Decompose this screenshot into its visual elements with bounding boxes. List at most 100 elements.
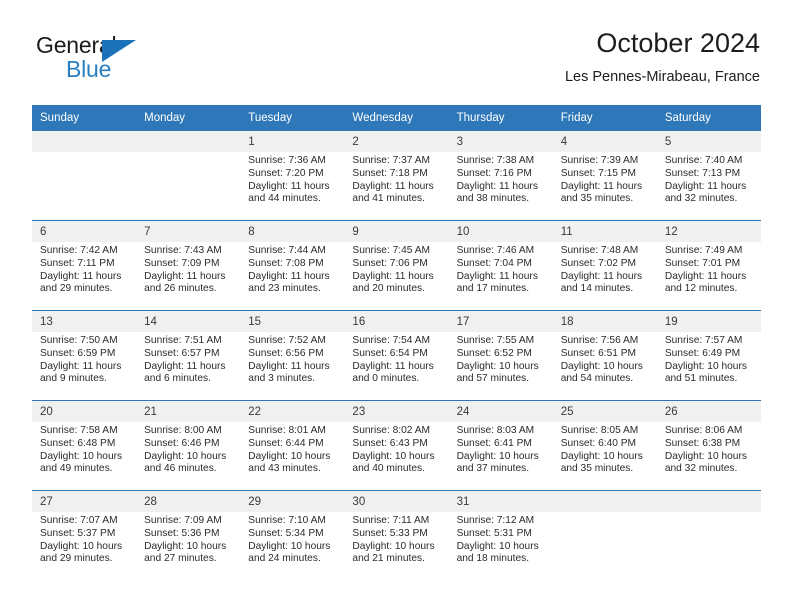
- weekday-header-friday: Friday: [560, 112, 593, 124]
- day-cell-9[interactable]: Sunrise: 7:45 AM Sunset: 7:06 PM Daylight:…: [344, 242, 448, 310]
- weekday-header-tuesday: Tuesday: [248, 112, 292, 124]
- day-detail-line: Sunrise: 7:49 AM: [664, 245, 743, 256]
- day-detail-line: Daylight: 10 hours: [456, 360, 539, 372]
- day-cell-4[interactable]: Sunrise: 7:39 AM Sunset: 7:15 PM Daylight:…: [553, 152, 657, 220]
- day-cell-22[interactable]: Sunrise: 8:01 AM Sunset: 6:44 PM Daylight:…: [240, 422, 344, 490]
- day-detail-line: Daylight: 11 hours: [560, 180, 643, 192]
- day-detail-line: Sunrise: 8:03 AM: [456, 425, 535, 436]
- weekday-header-row: Sunday Monday Tuesday Wednesday Thursday Frid…: [32, 105, 761, 131]
- day-cell-28[interactable]: Sunrise: 7:09 AM Sunset: 5:36 PM Daylight:…: [136, 512, 240, 580]
- day-number-17[interactable]: 17: [449, 311, 553, 332]
- day-cell-21[interactable]: Sunrise: 8:00 AM Sunset: 6:46 PM Daylight:…: [136, 422, 240, 490]
- calendar-week-row: 13 14 15 16 17 18 19 Sunrise: 7:50 AM Sunset: 6:…: [32, 310, 761, 400]
- day-cell-10[interactable]: Sunrise: 7:46 AM Sunset: 7:04 PM Daylight:…: [449, 242, 553, 310]
- day-detail-line: and 0 minutes.: [352, 373, 420, 385]
- day-cell-30[interactable]: Sunrise: 7:11 AM Sunset: 5:33 PM Daylight:…: [344, 512, 448, 580]
- day-detail-line: and 26 minutes.: [144, 283, 217, 295]
- day-number-31[interactable]: 31: [449, 491, 553, 512]
- day-number-8[interactable]: 8: [240, 221, 344, 242]
- day-number-7[interactable]: 7: [136, 221, 240, 242]
- day-cell-25[interactable]: Sunrise: 8:05 AM Sunset: 6:40 PM Daylight:…: [553, 422, 657, 490]
- day-detail-line: Daylight: 11 hours: [248, 270, 330, 282]
- day-number-13[interactable]: 13: [32, 311, 136, 332]
- day-cell-18[interactable]: Sunrise: 7:56 AM Sunset: 6:51 PM Daylight:…: [553, 332, 657, 400]
- day-number-3[interactable]: 3: [449, 131, 553, 152]
- day-detail-line: Sunset: 6:43 PM: [352, 437, 428, 449]
- day-cell-2[interactable]: Sunrise: 7:37 AM Sunset: 7:18 PM Daylight:…: [344, 152, 448, 220]
- day-detail-line: Sunrise: 8:01 AM: [248, 425, 326, 436]
- day-number-25[interactable]: 25: [553, 401, 657, 422]
- day-number-23[interactable]: 23: [344, 401, 448, 422]
- day-number-6[interactable]: 6: [32, 221, 136, 242]
- day-cell-15[interactable]: Sunrise: 7:52 AM Sunset: 6:56 PM Daylight:…: [240, 332, 344, 400]
- day-number-5[interactable]: 5: [657, 131, 761, 152]
- day-number-20[interactable]: 20: [32, 401, 136, 422]
- day-cell-11[interactable]: Sunrise: 7:48 AM Sunset: 7:02 PM Daylight:…: [553, 242, 657, 310]
- day-number-18[interactable]: 18: [553, 311, 657, 332]
- day-number-1[interactable]: 1: [240, 131, 344, 152]
- day-number-14[interactable]: 14: [136, 311, 240, 332]
- day-cell-17[interactable]: Sunrise: 7:55 AM Sunset: 6:52 PM Daylight:…: [449, 332, 553, 400]
- day-cell-5[interactable]: Sunrise: 7:40 AM Sunset: 7:13 PM Daylight:…: [657, 152, 761, 220]
- day-number-4[interactable]: 4: [553, 131, 657, 152]
- day-number-24[interactable]: 24: [449, 401, 553, 422]
- day-cell-27[interactable]: Sunrise: 7:07 AM Sunset: 5:37 PM Daylight:…: [32, 512, 136, 580]
- day-number-28[interactable]: 28: [136, 491, 240, 512]
- day-detail-line: Sunset: 5:36 PM: [144, 527, 220, 539]
- day-detail-row: Sunrise: 7:42 AM Sunset: 7:11 PM Daylight:…: [32, 242, 761, 310]
- day-cell-6[interactable]: Sunrise: 7:42 AM Sunset: 7:11 PM Daylight:…: [32, 242, 136, 310]
- day-cell-24[interactable]: Sunrise: 8:03 AM Sunset: 6:41 PM Daylight:…: [449, 422, 553, 490]
- day-cell-13[interactable]: Sunrise: 7:50 AM Sunset: 6:59 PM Daylight:…: [32, 332, 136, 400]
- day-number-21[interactable]: 21: [136, 401, 240, 422]
- day-detail-line: Daylight: 11 hours: [664, 270, 747, 282]
- day-number-row: 6 7 8 9 10 11 12: [32, 221, 761, 242]
- calendar-week-row: 6 7 8 9 10 11 12 Sunrise: 7:42 AM Sunset: 7:11 P…: [32, 220, 761, 310]
- day-cell-29[interactable]: Sunrise: 7:10 AM Sunset: 5:34 PM Daylight:…: [240, 512, 344, 580]
- day-detail-line: and 43 minutes.: [248, 463, 321, 475]
- day-detail-line: Sunset: 7:13 PM: [664, 167, 741, 179]
- day-cell-8[interactable]: Sunrise: 7:44 AM Sunset: 7:08 PM Daylight:…: [240, 242, 344, 310]
- day-number-9[interactable]: 9: [344, 221, 448, 242]
- day-cell-23[interactable]: Sunrise: 8:02 AM Sunset: 6:43 PM Daylight:…: [344, 422, 448, 490]
- day-cell-20[interactable]: Sunrise: 7:58 AM Sunset: 6:48 PM Daylight:…: [32, 422, 136, 490]
- day-detail-line: Sunrise: 7:54 AM: [352, 335, 431, 346]
- day-cell-1[interactable]: Sunrise: 7:36 AM Sunset: 7:20 PM Daylight:…: [240, 152, 344, 220]
- day-number-10[interactable]: 10: [449, 221, 553, 242]
- day-detail-line: and 54 minutes.: [560, 373, 634, 385]
- day-cell-3[interactable]: Sunrise: 7:38 AM Sunset: 7:16 PM Daylight:…: [449, 152, 553, 220]
- day-number-11[interactable]: 11: [553, 221, 657, 242]
- day-detail-line: Sunrise: 7:43 AM: [144, 245, 222, 256]
- day-detail-line: Daylight: 11 hours: [456, 270, 538, 282]
- day-detail-line: Daylight: 10 hours: [560, 360, 643, 372]
- day-cell-empty: [32, 152, 136, 220]
- day-number-empty: [136, 131, 240, 152]
- calendar-weeks: 1 2 3 4 5 Sunrise: 7:36 AM Sunset: 7:20 PM Dayl…: [32, 131, 761, 580]
- day-number-22[interactable]: 22: [240, 401, 344, 422]
- weekday-header-sunday: Sunday: [40, 112, 80, 124]
- day-detail-line: Daylight: 11 hours: [40, 360, 122, 372]
- day-number-29[interactable]: 29: [240, 491, 344, 512]
- day-detail-line: Sunrise: 7:07 AM: [40, 515, 118, 526]
- day-detail-line: Sunset: 7:16 PM: [456, 167, 532, 179]
- day-number-19[interactable]: 19: [657, 311, 761, 332]
- day-number-15[interactable]: 15: [240, 311, 344, 332]
- day-cell-16[interactable]: Sunrise: 7:54 AM Sunset: 6:54 PM Daylight:…: [344, 332, 448, 400]
- day-cell-12[interactable]: Sunrise: 7:49 AM Sunset: 7:01 PM Daylight:…: [657, 242, 761, 310]
- day-number-27[interactable]: 27: [32, 491, 136, 512]
- day-number-30[interactable]: 30: [344, 491, 448, 512]
- day-number-12[interactable]: 12: [657, 221, 761, 242]
- day-detail-line: Sunrise: 7:55 AM: [456, 335, 535, 346]
- day-cell-14[interactable]: Sunrise: 7:51 AM Sunset: 6:57 PM Daylight:…: [136, 332, 240, 400]
- day-cell-26[interactable]: Sunrise: 8:06 AM Sunset: 6:38 PM Daylight:…: [657, 422, 761, 490]
- day-cell-31[interactable]: Sunrise: 7:12 AM Sunset: 5:31 PM Daylight:…: [449, 512, 553, 580]
- day-number-26[interactable]: 26: [657, 401, 761, 422]
- day-cell-19[interactable]: Sunrise: 7:57 AM Sunset: 6:49 PM Daylight:…: [657, 332, 761, 400]
- day-detail-line: Sunrise: 7:42 AM: [40, 245, 118, 256]
- day-number-2[interactable]: 2: [344, 131, 448, 152]
- day-number-16[interactable]: 16: [344, 311, 448, 332]
- day-detail-line: Daylight: 10 hours: [456, 540, 539, 552]
- weekday-header-saturday: Saturday: [664, 112, 711, 124]
- day-detail-line: and 49 minutes.: [40, 463, 113, 475]
- day-cell-7[interactable]: Sunrise: 7:43 AM Sunset: 7:09 PM Daylight:…: [136, 242, 240, 310]
- day-detail-line: Sunrise: 7:56 AM: [560, 335, 639, 346]
